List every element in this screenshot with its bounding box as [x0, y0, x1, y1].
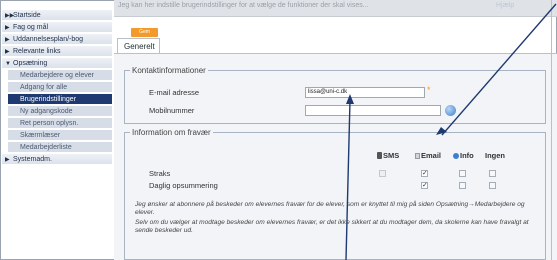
callout-arrows: [345, 3, 557, 260]
callout-line-email-header: [441, 3, 557, 136]
callout-line-email-field: [345, 99, 351, 260]
arrow-up-icon: [346, 94, 354, 104]
arrow-down-icon: [436, 127, 447, 135]
